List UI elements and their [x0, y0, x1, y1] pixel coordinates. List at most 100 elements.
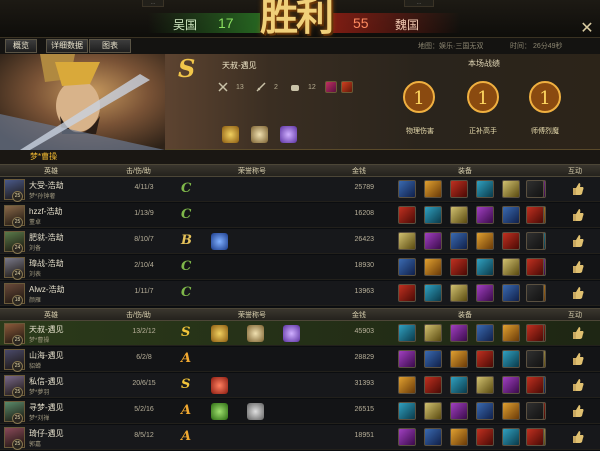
equipment-slot-icon[interactable]	[502, 232, 520, 250]
like-icon[interactable]	[571, 234, 585, 248]
player-name[interactable]: 大受-浩劫	[29, 180, 64, 191]
equipment-slot-icon[interactable]	[398, 402, 416, 420]
equipment-slot-icon[interactable]	[476, 350, 494, 368]
kda-value: 8/10/7	[134, 236, 154, 243]
equipment-slot-icon[interactable]	[450, 284, 468, 302]
medal-label-2: 正补高手	[469, 128, 497, 135]
equipment-slot-icon[interactable]	[502, 206, 520, 224]
equipment-slot-icon[interactable]	[502, 284, 520, 302]
level-badge: 18	[12, 295, 23, 306]
player-name[interactable]: hzzf-浩劫	[29, 206, 62, 217]
player-name[interactable]: 寻梦-遇见	[29, 402, 64, 413]
like-icon[interactable]	[571, 378, 585, 392]
like-icon[interactable]	[571, 352, 585, 366]
table-row: 25 大受-浩劫 梦*孙钟奢 4/11/3 C 25789	[0, 177, 600, 202]
like-icon[interactable]	[571, 260, 585, 274]
equipment-slot-icon[interactable]	[398, 324, 416, 342]
like-icon[interactable]	[571, 286, 585, 300]
col-kda: 击/伤/助	[126, 312, 151, 319]
player-name[interactable]: 璋战-浩劫	[29, 258, 64, 269]
equipment-slot-icon[interactable]	[398, 258, 416, 276]
player-name[interactable]: Alwz-浩劫	[29, 284, 65, 295]
tab-overview[interactable]: 概览	[5, 39, 37, 53]
equipment-slot-icon[interactable]	[424, 350, 442, 368]
like-icon[interactable]	[571, 182, 585, 196]
equipment-slot-icon[interactable]	[398, 206, 416, 224]
equipment-slot-icon[interactable]	[526, 206, 544, 224]
equipment-slot-icon[interactable]	[502, 324, 520, 342]
equipment-slot-icon[interactable]	[450, 206, 468, 224]
player-name[interactable]: 山海-遇见	[29, 350, 64, 361]
player-name[interactable]: 天叔-遇见	[29, 324, 64, 335]
honor-grey-icon	[247, 403, 264, 420]
like-icon[interactable]	[571, 430, 585, 444]
col-money: 金钱	[352, 168, 366, 175]
equipment-slot-icon[interactable]	[424, 284, 442, 302]
equipment-slot-icon[interactable]	[450, 258, 468, 276]
equipment-slot-icon[interactable]	[526, 232, 544, 250]
equipment-slot-icon[interactable]	[476, 376, 494, 394]
equipment-slot-icon[interactable]	[502, 428, 520, 446]
equipment-slot-icon[interactable]	[398, 350, 416, 368]
col-kda: 击/伤/助	[126, 168, 151, 175]
equipment-slot-icon[interactable]	[398, 376, 416, 394]
tab-chart[interactable]: 图表	[89, 39, 131, 53]
equipment-slot-icon[interactable]	[526, 376, 544, 394]
equipment-slot-icon[interactable]	[424, 402, 442, 420]
equipment-slot-icon[interactable]	[424, 232, 442, 250]
equipment-slot-icon[interactable]	[476, 180, 494, 198]
equipment-slot-icon[interactable]	[424, 180, 442, 198]
player-name[interactable]: 琦仔-遇见	[29, 428, 64, 439]
result-banner: … … 吴国 17 55 魏国 胜利 ✕	[0, 0, 600, 38]
equipment-slot-icon[interactable]	[450, 428, 468, 446]
equipment-slot-icon[interactable]	[502, 258, 520, 276]
kda-value: 1/11/7	[134, 288, 154, 295]
equipment-slot-icon[interactable]	[526, 324, 544, 342]
equipment-slot-icon[interactable]	[526, 428, 544, 446]
equipment-slot-icon[interactable]	[424, 428, 442, 446]
grade-letter: C	[181, 285, 192, 300]
money-value: 26515	[354, 406, 374, 413]
close-icon[interactable]: ✕	[578, 20, 596, 38]
equipment-slot-icon[interactable]	[476, 258, 494, 276]
equipment-slot-icon[interactable]	[450, 402, 468, 420]
equipment-slot-icon[interactable]	[450, 350, 468, 368]
equipment-slot-icon[interactable]	[502, 350, 520, 368]
equipment-slot-icon[interactable]	[398, 428, 416, 446]
equipment-slot-icon[interactable]	[424, 258, 442, 276]
equipment-slot-icon[interactable]	[424, 324, 442, 342]
equipment-slot-icon[interactable]	[476, 428, 494, 446]
equipment-slot-icon[interactable]	[526, 402, 544, 420]
equipment-slot-icon[interactable]	[450, 232, 468, 250]
equipment-slot-icon[interactable]	[398, 180, 416, 198]
equipment-slot-icon[interactable]	[476, 232, 494, 250]
equipment-slot-icon[interactable]	[450, 180, 468, 198]
equipment-slot-icon[interactable]	[398, 232, 416, 250]
equipment-slot-icon[interactable]	[526, 258, 544, 276]
equipment-slot-icon[interactable]	[502, 402, 520, 420]
left-team-score: 17	[218, 15, 234, 31]
player-name[interactable]: 私信-遇见	[29, 376, 64, 387]
equipment-slot-icon[interactable]	[424, 376, 442, 394]
equipment-slot-icon[interactable]	[526, 284, 544, 302]
equipment-slot-icon[interactable]	[476, 206, 494, 224]
equipment-slot-icon[interactable]	[398, 284, 416, 302]
table-row: 25 天叔-遇见 梦*曹操 13/2/12 S 45903	[0, 321, 600, 346]
like-icon[interactable]	[571, 208, 585, 222]
like-icon[interactable]	[571, 404, 585, 418]
player-name[interactable]: 肥就-浩劫	[29, 232, 64, 243]
equipment-slot-icon[interactable]	[502, 376, 520, 394]
equipment-slot-icon[interactable]	[502, 180, 520, 198]
mvp-rank: S	[178, 54, 196, 83]
equipment-slot-icon[interactable]	[476, 402, 494, 420]
tab-bar: 概览 详细数据 图表 地图：娱乐·三国无双 时间： 26分49秒	[0, 38, 600, 54]
equipment-slot-icon[interactable]	[450, 376, 468, 394]
equipment-slot-icon[interactable]	[476, 284, 494, 302]
equipment-slot-icon[interactable]	[424, 206, 442, 224]
like-icon[interactable]	[571, 326, 585, 340]
equipment-slot-icon[interactable]	[450, 324, 468, 342]
equipment-slot-icon[interactable]	[526, 180, 544, 198]
equipment-slot-icon[interactable]	[526, 350, 544, 368]
tab-details[interactable]: 详细数据	[46, 39, 88, 53]
equipment-slot-icon[interactable]	[476, 324, 494, 342]
